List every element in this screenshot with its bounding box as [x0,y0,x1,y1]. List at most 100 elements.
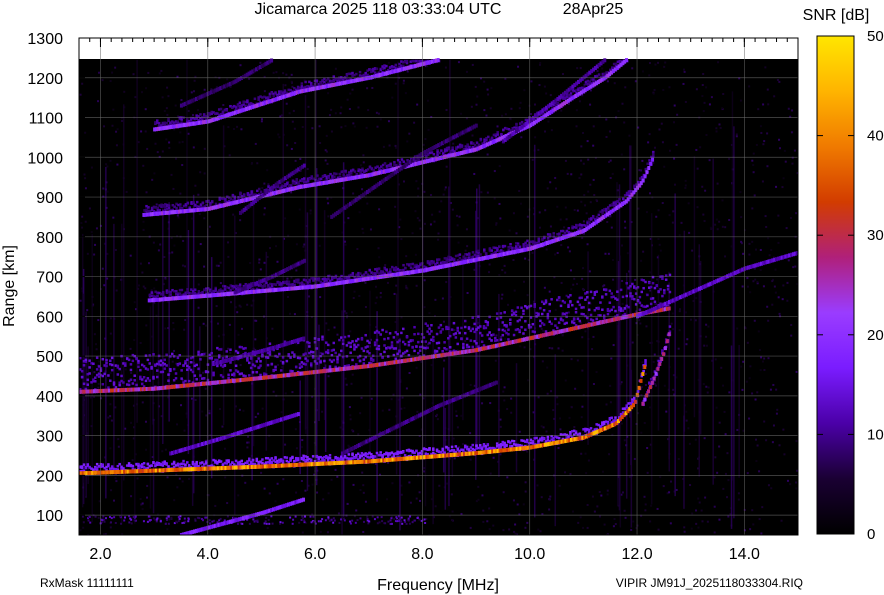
noise-pixel [227,241,230,244]
noise-pixel [319,530,322,533]
noise-pixel [392,393,395,396]
trace-halo [336,358,339,361]
noise-band-pixel [349,522,352,525]
trace-halo [539,306,542,310]
noise-pixel [524,490,527,493]
noise-pixel [216,322,219,325]
trace-halo [542,436,546,440]
trace-halo [542,308,546,312]
noise-pixel [599,515,602,518]
noise-pixel [86,252,89,255]
noise-pixel [575,125,578,128]
noise-pixel [418,491,421,494]
noise-pixel [362,161,365,164]
trace-halo [351,358,354,362]
noise-pixel [761,180,764,183]
noise-pixel [349,92,352,95]
trace-halo [234,364,238,368]
noise-pixel [620,153,623,156]
noise-pixel [451,510,454,513]
noise-pixel [242,409,245,412]
trace-halo [381,356,384,359]
noise-pixel [408,481,411,484]
noise-pixel [197,250,200,253]
noise-pixel [504,113,507,116]
noise-band-pixel [291,522,294,525]
noise-pixel [653,302,656,305]
noise-band-pixel [339,518,342,521]
trace-halo [261,458,264,461]
noise-pixel [526,521,529,524]
trace-halo [439,323,443,327]
noise-pixel [272,390,275,393]
noise-pixel [423,279,426,282]
noise-band-pixel [390,517,393,520]
trace-halo [186,288,189,291]
trace-halo [413,325,416,329]
noise-pixel [277,363,280,366]
noise-pixel [645,211,648,214]
noise-pixel [255,319,258,322]
noise-pixel [246,303,249,306]
trace-halo [561,319,565,322]
noise-pixel [217,335,220,338]
noise-pixel [526,215,529,218]
trace-halo [655,284,659,288]
noise-pixel [637,207,640,210]
trace-halo [557,321,561,324]
noise-pixel [591,348,594,351]
noise-pixel [684,186,687,189]
noise-band-pixel [108,516,111,519]
trace-halo [420,452,424,456]
noise-pixel [624,86,627,89]
trace-halo [621,309,625,312]
noise-pixel [644,503,647,506]
noise-pixel [318,125,321,128]
trace-halo [623,306,627,310]
trace-halo [392,336,396,339]
noise-pixel [608,130,611,133]
noise-pixel [573,426,576,429]
trace-halo [533,330,536,334]
trace-halo [441,350,444,353]
noise-pixel [337,512,340,515]
noise-pixel [391,96,394,99]
noise-pixel [585,212,588,215]
trace-halo [548,302,551,306]
noise-pixel [791,162,794,165]
noise-pixel [164,277,167,280]
noise-pixel [695,509,698,512]
noise-pixel [623,220,626,223]
noise-pixel [658,128,661,131]
trace-halo [426,324,429,327]
trace-halo [606,312,610,316]
noise-pixel [97,516,100,519]
noise-pixel [426,99,429,102]
noise-band-pixel [400,520,403,523]
noise-pixel [685,311,688,314]
noise-pixel [446,482,449,485]
noise-band-pixel [130,518,133,521]
noise-band-pixel [271,522,274,525]
noise-band-pixel [268,522,271,525]
noise-pixel [286,295,289,298]
trace-halo [88,372,91,375]
trace-halo [640,290,644,294]
noise-pixel [319,141,322,144]
noise-pixel [101,267,104,270]
trace-halo [212,373,215,377]
noise-band-pixel [252,518,255,521]
noise-pixel [614,523,617,526]
trace-halo [571,303,574,307]
trace-halo [420,449,424,453]
noise-pixel [349,330,352,333]
trace-halo [281,459,285,463]
noise-pixel [770,487,773,490]
trace-halo [565,311,568,315]
noise-pixel [330,130,333,133]
noise-pixel [763,140,766,143]
trace-halo [326,459,330,462]
noise-pixel [330,478,333,481]
noise-pixel [779,147,782,150]
noise-pixel [226,78,229,81]
